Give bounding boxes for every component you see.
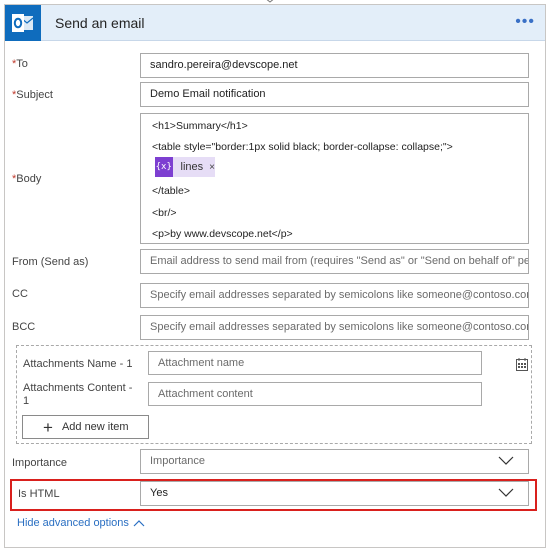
chevron-down-icon: [498, 488, 514, 497]
plus-icon: +: [43, 417, 53, 437]
variable-icon: {x}: [155, 157, 173, 177]
body-line: <h1>Summary</h1>: [152, 120, 248, 132]
card-title: Send an email: [55, 15, 145, 31]
importance-label: Importance: [12, 457, 68, 469]
to-input[interactable]: sandro.pereira@devscope.net: [140, 53, 529, 78]
dynamic-content-token-lines[interactable]: {x} lines ×: [155, 157, 215, 177]
bcc-label: BCC: [12, 321, 36, 333]
add-new-item-button[interactable]: + Add new item: [22, 415, 149, 439]
body-editor[interactable]: <h1>Summary</h1> <table style="border:1p…: [140, 113, 529, 244]
attachment-content-input[interactable]: Attachment content: [148, 382, 482, 406]
from-label: From (Send as): [12, 256, 89, 268]
body-label: *Body: [12, 173, 42, 185]
hide-advanced-label: Hide advanced options: [17, 517, 129, 529]
attachments-group: Attachments Name - 1 Attachment name Att…: [16, 345, 532, 444]
hide-advanced-options-link[interactable]: Hide advanced options: [17, 517, 145, 529]
attachment-name-input[interactable]: Attachment name: [148, 351, 482, 375]
add-new-item-label: Add new item: [61, 421, 129, 433]
chevron-up-icon: [133, 520, 145, 527]
body-line: <br/>: [152, 207, 177, 219]
outlook-icon: [5, 5, 41, 41]
subject-label: *Subject: [12, 89, 53, 101]
body-line: <table style="border:1px solid black; bo…: [152, 141, 453, 153]
is-html-select[interactable]: Yes: [140, 481, 529, 506]
body-line: </table>: [152, 185, 190, 197]
attachment-content-label: Attachments Content -1: [23, 382, 133, 407]
from-input[interactable]: Email address to send mail from (require…: [140, 249, 529, 274]
body-line: <p>by www.devscope.net</p>: [152, 228, 293, 240]
to-label: *To: [12, 58, 28, 70]
importance-value: Importance: [150, 455, 206, 467]
cc-input[interactable]: Specify email addresses separated by sem…: [140, 283, 529, 308]
attachment-name-label: Attachments Name - 1: [23, 358, 133, 370]
bcc-input[interactable]: Specify email addresses separated by sem…: [140, 315, 529, 340]
subject-input[interactable]: Demo Email notification: [140, 82, 529, 107]
is-html-value: Yes: [150, 487, 168, 499]
chevron-down-icon: [498, 456, 514, 465]
is-html-label: Is HTML: [18, 488, 60, 500]
importance-select[interactable]: Importance: [140, 449, 529, 474]
more-options-icon[interactable]: •••: [515, 13, 535, 31]
token-label: lines: [180, 161, 204, 173]
remove-token-icon[interactable]: ×: [209, 162, 215, 173]
cc-label: CC: [12, 288, 28, 300]
card-header[interactable]: Send an email •••: [5, 5, 545, 41]
calendar-icon[interactable]: [516, 358, 528, 371]
